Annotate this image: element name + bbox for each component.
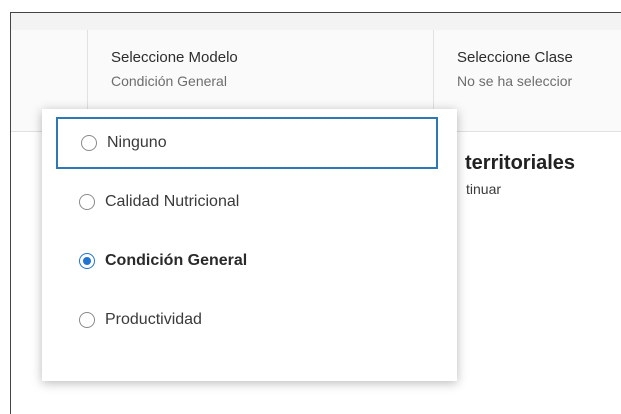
option-label: Ninguno bbox=[107, 134, 167, 151]
top-bar bbox=[11, 13, 621, 30]
class-selector[interactable]: Seleccione Clase No se ha seleccior bbox=[434, 30, 621, 131]
option-label: Condición General bbox=[105, 252, 248, 269]
background-heading: territoriales bbox=[465, 152, 576, 174]
class-selector-value: No se ha seleccior bbox=[457, 73, 573, 89]
option-ninguno[interactable]: Ninguno bbox=[56, 117, 438, 169]
option-productividad[interactable]: Productividad bbox=[56, 294, 438, 346]
radio-checked-icon[interactable] bbox=[79, 253, 95, 269]
radio-unchecked-icon[interactable] bbox=[81, 135, 97, 151]
model-dropdown-menu: Ninguno Calidad Nutricional Condición Ge… bbox=[42, 109, 457, 381]
background-subtext: tinuar bbox=[466, 181, 502, 197]
radio-unchecked-icon[interactable] bbox=[79, 194, 95, 210]
class-selector-title: Seleccione Clase bbox=[457, 49, 573, 66]
option-condicion-general[interactable]: Condición General bbox=[56, 235, 438, 287]
model-selector-title: Seleccione Modelo bbox=[111, 49, 238, 66]
option-calidad-nutricional[interactable]: Calidad Nutricional bbox=[56, 176, 438, 228]
model-selector-value: Condición General bbox=[111, 73, 227, 89]
option-label: Productividad bbox=[105, 311, 202, 328]
radio-unchecked-icon[interactable] bbox=[79, 312, 95, 328]
option-label: Calidad Nutricional bbox=[105, 193, 240, 210]
